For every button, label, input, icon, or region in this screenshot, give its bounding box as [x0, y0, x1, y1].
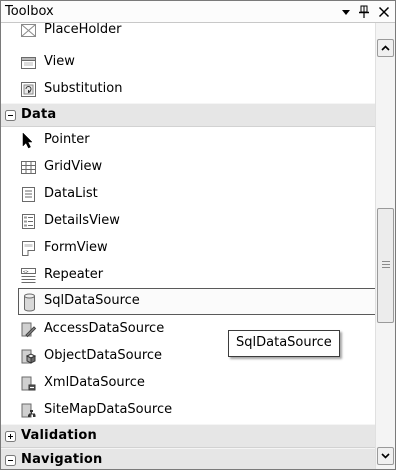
toolbox-titlebar: Toolbox — [1, 1, 395, 23]
toolbox-item-sqldatasource[interactable]: SqlDataSource — [18, 288, 375, 315]
toolbox-title: Toolbox — [5, 4, 54, 19]
toolbox-item-substitution[interactable]: Substitution — [1, 76, 375, 103]
sitemap-datasource-icon — [20, 402, 37, 419]
collapse-minus-icon[interactable] — [5, 455, 16, 466]
object-datasource-icon — [20, 348, 37, 365]
placeholder-icon — [20, 23, 37, 39]
svg-text:<>: <> — [23, 270, 29, 275]
datalist-icon — [20, 186, 37, 203]
toolbox-item-list: PlaceHolder View Substitution Data Point… — [1, 23, 375, 469]
toolbox-item-xmldatasource[interactable]: XmlDataSource — [1, 370, 375, 397]
scroll-down-button[interactable] — [377, 447, 394, 465]
toolbox-window: Toolbox PlaceHolder View Substitution Da… — [0, 0, 396, 470]
close-icon[interactable] — [376, 3, 392, 21]
chevron-up-icon — [381, 45, 390, 51]
collapse-minus-icon[interactable] — [5, 110, 16, 121]
category-navigation[interactable]: Navigation — [1, 448, 375, 469]
database-icon — [21, 293, 38, 312]
toolbox-item-pointer[interactable]: Pointer — [1, 127, 375, 154]
chevron-down-icon — [381, 453, 390, 459]
gridview-icon — [20, 159, 37, 176]
scrollbar-thumb[interactable] — [377, 208, 394, 323]
toolbox-item-placeholder[interactable]: PlaceHolder — [1, 23, 375, 44]
access-datasource-icon — [20, 321, 37, 338]
pointer-arrow-icon — [20, 132, 37, 149]
tooltip: SqlDataSource — [228, 330, 340, 357]
category-validation[interactable]: Validation — [1, 424, 375, 448]
toolbox-item-detailsview[interactable]: DetailsView — [1, 208, 375, 235]
toolbox-item-gridview[interactable]: GridView — [1, 154, 375, 181]
expand-plus-icon[interactable] — [5, 431, 16, 442]
scroll-up-button[interactable] — [377, 39, 394, 57]
xml-datasource-icon — [20, 375, 37, 392]
toolbox-item-datalist[interactable]: DataList — [1, 181, 375, 208]
scrollbar-grip — [382, 261, 390, 270]
auto-hide-pin-icon[interactable] — [356, 3, 372, 21]
detailsview-icon — [20, 213, 37, 230]
toolbox-item-sitemapdatasource[interactable]: SiteMapDataSource — [1, 397, 375, 424]
vertical-scrollbar[interactable] — [375, 23, 395, 469]
repeater-icon: <> — [20, 267, 37, 284]
substitution-icon — [20, 81, 37, 98]
toolbox-item-view[interactable]: View — [1, 49, 375, 76]
category-data[interactable]: Data — [1, 103, 375, 127]
window-position-dropdown-icon[interactable] — [338, 3, 354, 21]
formview-icon — [20, 240, 37, 257]
toolbox-item-formview[interactable]: FormView — [1, 235, 375, 262]
toolbox-item-repeater[interactable]: <> Repeater — [1, 262, 375, 289]
view-icon — [20, 54, 37, 71]
